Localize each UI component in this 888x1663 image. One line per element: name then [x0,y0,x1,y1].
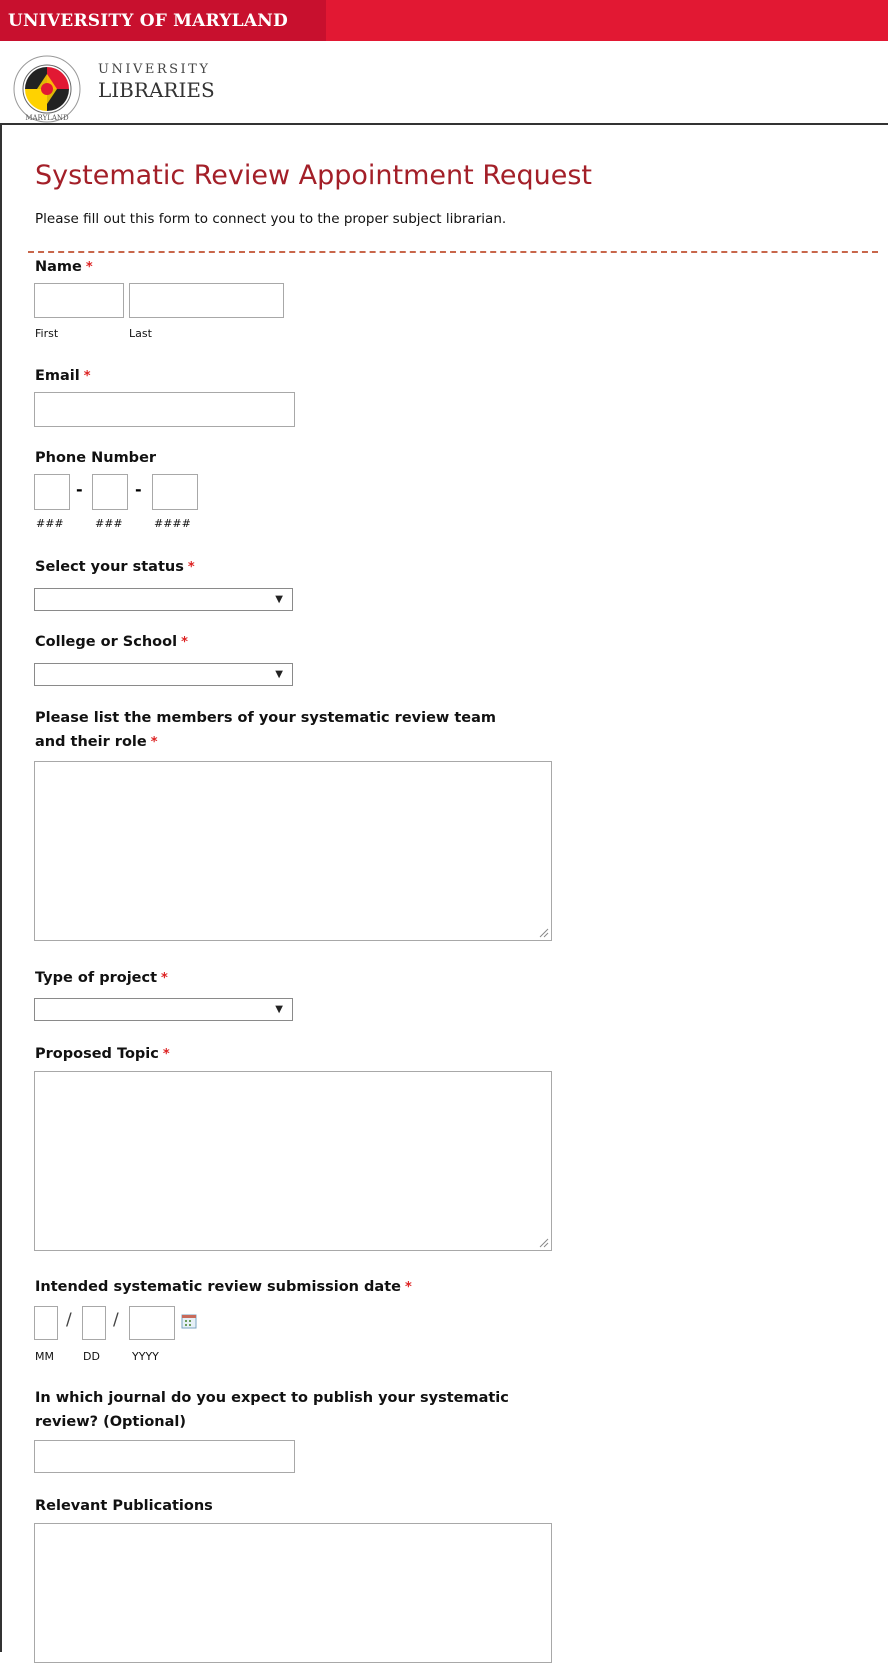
college-select[interactable]: ▼ [34,663,293,686]
project-type-label-text: Type of project [35,970,158,986]
required-mark: * [162,1047,170,1062]
journal-input[interactable] [34,1440,295,1473]
team-label-line1: Please list the members of your systemat… [35,710,497,726]
email-label: Email * [35,368,91,384]
seal-text: MARYLAND [25,114,69,122]
required-mark: * [181,635,188,650]
form-divider [28,251,878,253]
phone-sub3: #### [154,517,191,530]
date-year-input[interactable] [129,1306,175,1340]
phone-dash: - [135,480,142,499]
libraries-logo-line1[interactable]: UNIVERSITY [98,62,210,77]
topic-label-text: Proposed Topic [35,1046,159,1062]
required-mark: * [404,1280,412,1295]
form-description: Please fill out this form to connect you… [35,211,507,227]
team-label-line2: and their role * [35,734,158,750]
phone-line-input[interactable] [152,474,198,510]
last-name-input[interactable] [129,283,284,318]
email-label-text: Email [35,368,80,384]
date-slash: / [113,1310,119,1330]
resize-handle-icon[interactable] [539,1238,549,1248]
university-name[interactable]: UNIVERSITY OF MARYLAND [8,11,288,31]
date-dd-sublabel: DD [83,1350,100,1363]
chevron-down-icon: ▼ [275,669,283,680]
college-label: College or School * [35,634,188,650]
publications-textarea[interactable] [34,1523,552,1663]
required-mark: * [161,971,168,986]
topic-textarea[interactable] [34,1071,552,1251]
status-label-text: Select your status [35,559,184,575]
chevron-down-icon: ▼ [275,594,283,605]
libraries-logo-line2[interactable]: LIBRARIES [98,78,215,102]
team-textarea[interactable] [34,761,552,941]
date-slash: / [66,1310,72,1330]
project-type-select[interactable]: ▼ [34,998,293,1021]
date-day-input[interactable] [82,1306,106,1340]
content-left-border [0,125,2,1652]
project-type-label: Type of project * [35,970,168,986]
date-yyyy-sublabel: YYYY [132,1350,159,1363]
calendar-icon[interactable] [181,1313,197,1329]
form-title: Systematic Review Appointment Request [35,160,592,191]
email-input[interactable] [34,392,295,427]
phone-label: Phone Number [35,450,157,466]
resize-handle-icon[interactable] [539,928,549,938]
phone-dash: - [76,480,83,499]
phone-area-input[interactable] [34,474,70,510]
phone-sub2: ### [95,517,123,530]
publications-label: Relevant Publications [35,1498,213,1514]
required-mark: * [150,735,158,750]
phone-prefix-input[interactable] [92,474,128,510]
required-mark: * [85,260,93,275]
name-label-text: Name [35,259,82,275]
status-select[interactable]: ▼ [34,588,293,611]
college-label-text: College or School [35,634,178,650]
required-mark: * [83,369,91,384]
first-sublabel: First [35,327,59,340]
date-month-input[interactable] [34,1306,58,1340]
name-label: Name * [35,259,93,275]
maryland-seal-icon[interactable]: MARYLAND [12,54,82,124]
submission-date-label-text: Intended systematic review submission da… [35,1279,401,1295]
team-label-line2-text: and their role [35,734,147,750]
date-mm-sublabel: MM [35,1350,54,1363]
last-sublabel: Last [129,327,152,340]
submission-date-label: Intended systematic review submission da… [35,1279,412,1295]
topic-label: Proposed Topic * [35,1046,170,1062]
journal-label-line2: review? (Optional) [35,1414,186,1430]
status-label: Select your status * [35,559,195,575]
first-name-input[interactable] [34,283,124,318]
journal-label-line1: In which journal do you expect to publis… [35,1390,509,1406]
required-mark: * [187,560,195,575]
phone-sub1: ### [36,517,64,530]
chevron-down-icon: ▼ [275,1004,283,1015]
